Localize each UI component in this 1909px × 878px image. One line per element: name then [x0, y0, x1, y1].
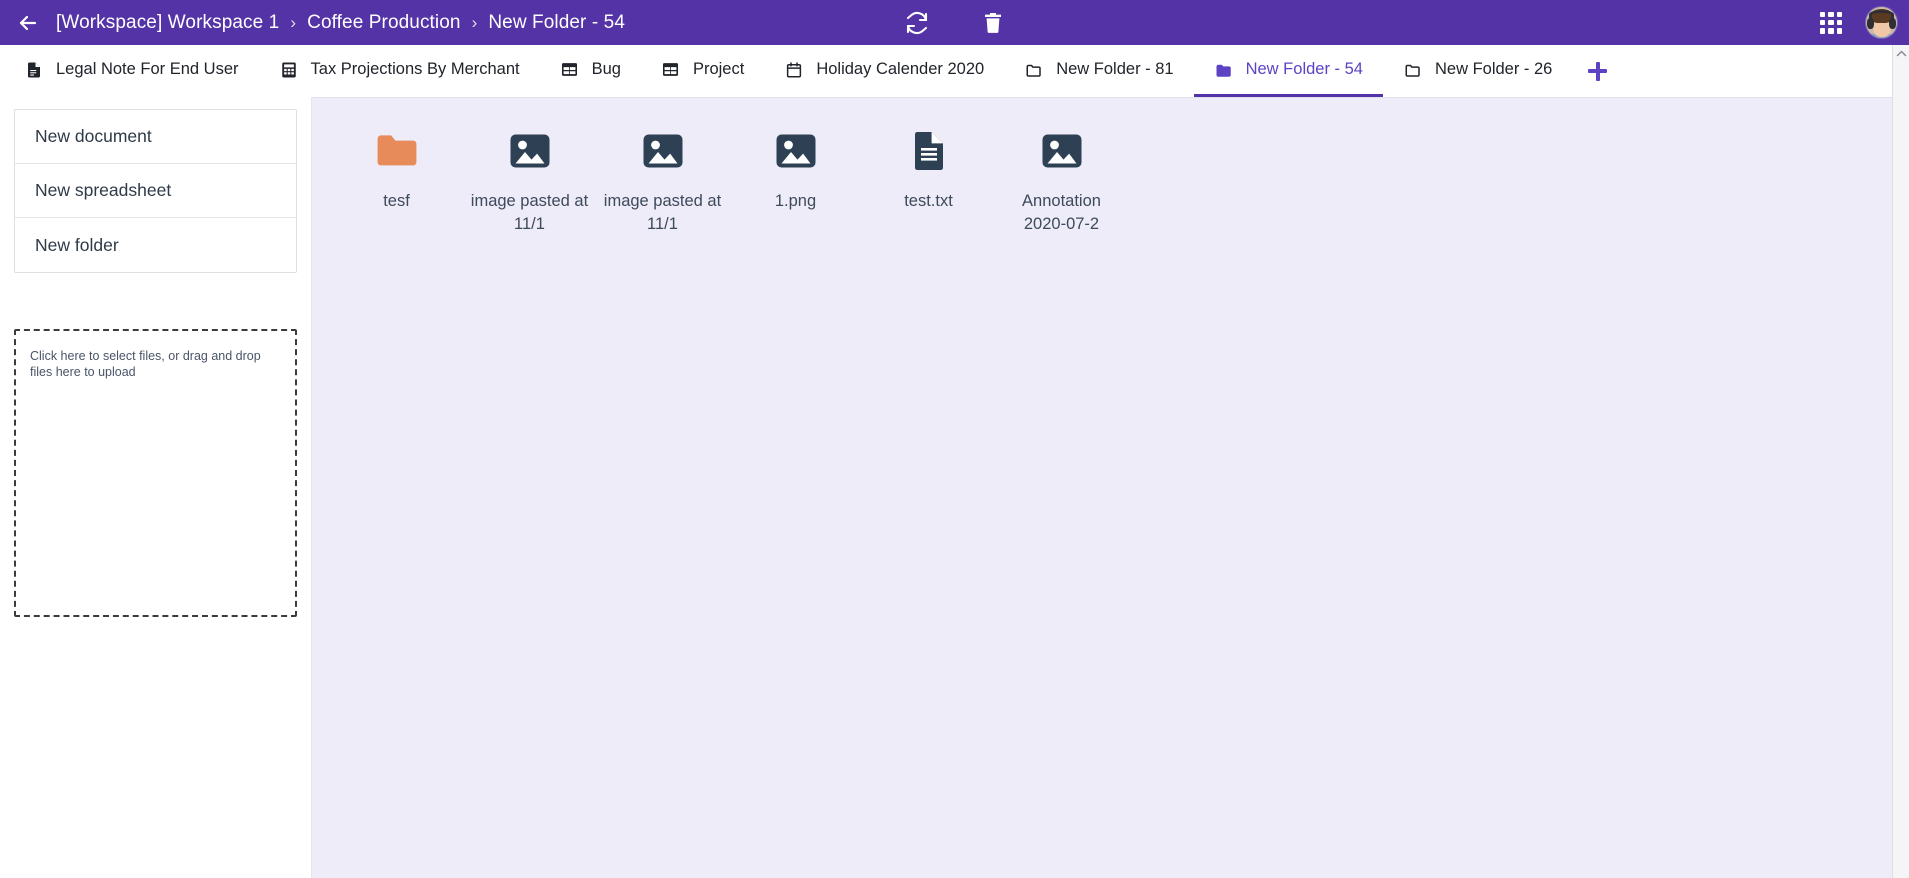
tab-holiday-calender-2020[interactable]: Holiday Calender 2020 [764, 45, 1004, 97]
table-icon [661, 60, 681, 80]
file-item[interactable]: image pasted at 11/1 [596, 116, 729, 250]
file-upload-dropzone[interactable]: Click here to select files, or drag and … [14, 329, 297, 617]
image-icon [642, 124, 684, 178]
tab-new-folder-81[interactable]: New Folder - 81 [1004, 45, 1193, 97]
tab-label: Legal Note For End User [56, 60, 239, 78]
back-button[interactable] [0, 0, 56, 45]
document-icon [24, 60, 44, 80]
menu-item-new-document[interactable]: New document [15, 110, 296, 164]
file-item[interactable]: Annotation 2020-07-2 [995, 116, 1128, 250]
breadcrumb-item-project[interactable]: Coffee Production [307, 12, 460, 34]
tab-label: Bug [591, 60, 621, 78]
image-icon [1041, 124, 1083, 178]
menu-item-new-spreadsheet[interactable]: New spreadsheet [15, 164, 296, 218]
file-name: Annotation 2020-07-2 [1022, 192, 1101, 233]
app-body: New document New spreadsheet New folder … [0, 97, 1909, 878]
chevron-up-icon [1896, 50, 1906, 57]
tab-new-folder-26[interactable]: New Folder - 26 [1383, 45, 1572, 97]
trash-button[interactable] [976, 6, 1010, 40]
breadcrumb-item-current[interactable]: New Folder - 54 [488, 12, 625, 34]
file-item[interactable]: 1.png [729, 116, 862, 250]
table-icon [560, 60, 580, 80]
folder-outline-icon [1403, 60, 1423, 80]
menu-item-label: New spreadsheet [35, 180, 172, 200]
file-name: tesf [383, 192, 410, 210]
apps-grid-icon[interactable] [1820, 11, 1842, 34]
page-scrollbar[interactable] [1892, 45, 1909, 878]
folder-icon [376, 124, 418, 178]
refresh-icon [906, 11, 927, 34]
header-right-controls [1820, 0, 1897, 45]
trash-icon [984, 12, 1001, 33]
tab-label: Tax Projections By Merchant [310, 60, 520, 78]
refresh-button[interactable] [900, 6, 934, 40]
file-browser-main: tesf image pasted at 11/1 image pasted a… [312, 97, 1909, 878]
arrow-left-icon [19, 15, 37, 30]
create-menu: New document New spreadsheet New folder [14, 109, 297, 273]
calendar-icon [784, 60, 804, 80]
file-name: test.txt [904, 192, 953, 210]
tab-tax-projections-by-merchant[interactable]: Tax Projections By Merchant [259, 45, 540, 97]
image-icon [775, 124, 817, 178]
folder-outline-icon [1214, 60, 1234, 80]
file-item[interactable]: tesf [330, 116, 463, 250]
image-icon [509, 124, 551, 178]
spreadsheet-icon [279, 60, 299, 80]
breadcrumb: [Workspace] Workspace 1 › Coffee Product… [56, 12, 625, 34]
file-browser-app: [Workspace] Workspace 1 › Coffee Product… [0, 0, 1909, 878]
app-header: [Workspace] Workspace 1 › Coffee Product… [0, 0, 1909, 45]
tab-legal-note-for-end-user[interactable]: Legal Note For End User [4, 45, 259, 97]
menu-item-new-folder[interactable]: New folder [15, 218, 296, 272]
file-name: image pasted at 11/1 [470, 192, 589, 233]
scroll-up-button[interactable] [1893, 45, 1909, 62]
file-item[interactable]: test.txt [862, 116, 995, 250]
dropzone-label: Click here to select files, or drag and … [30, 349, 261, 379]
breadcrumb-separator: › [471, 12, 478, 32]
tab-label: Holiday Calender 2020 [816, 60, 985, 78]
menu-item-label: New folder [35, 234, 119, 255]
add-tab-button[interactable] [1572, 45, 1623, 97]
sidebar: New document New spreadsheet New folder … [0, 97, 312, 878]
breadcrumb-separator: › [290, 12, 297, 32]
file-name: image pasted at 11/1 [603, 192, 722, 233]
folder-outline-icon [1024, 60, 1044, 80]
tab-new-folder-54[interactable]: New Folder - 54 [1193, 45, 1383, 97]
menu-item-label: New document [35, 126, 152, 146]
tab-project[interactable]: Project [641, 45, 764, 97]
tab-bar: Legal Note For End User Tax Projections … [0, 45, 1909, 97]
tab-label: Project [692, 60, 745, 78]
text-file-icon [912, 124, 946, 178]
user-avatar[interactable] [1866, 7, 1897, 38]
tab-label: New Folder - 26 [1434, 60, 1553, 78]
plus-icon [1588, 61, 1608, 81]
tab-label: New Folder - 54 [1245, 60, 1363, 78]
tab-label: New Folder - 81 [1056, 60, 1174, 78]
file-item[interactable]: image pasted at 11/1 [463, 116, 596, 250]
file-grid: tesf image pasted at 11/1 image pasted a… [312, 98, 1909, 250]
breadcrumb-item-workspace[interactable]: [Workspace] Workspace 1 [56, 12, 279, 34]
tab-bug[interactable]: Bug [540, 45, 641, 97]
file-name: 1.png [774, 192, 817, 210]
